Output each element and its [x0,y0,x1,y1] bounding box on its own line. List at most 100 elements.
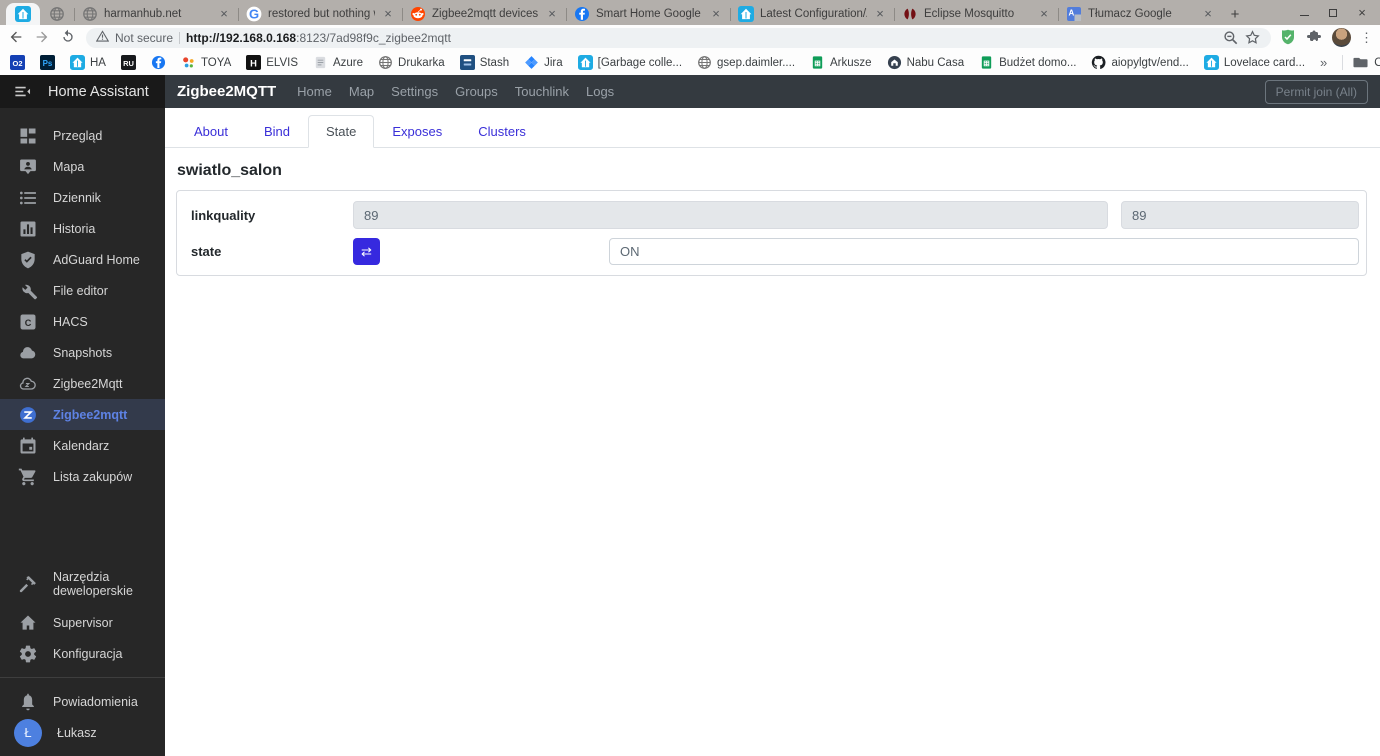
tab-harmanhub[interactable]: harmanhub.net × [75,3,238,25]
bookmark-gsep[interactable]: gsep.daimler.... [697,55,795,70]
sidebar-item-przeglad[interactable]: Przegląd [0,120,165,151]
sidebar-item-konfiguracja[interactable]: Konfiguracja [0,638,165,669]
close-tab-icon[interactable]: × [381,7,395,21]
bookmark-star-icon[interactable] [1245,29,1261,46]
address-bar[interactable]: Not secure http://192.168.0.168:8123/7ad… [86,27,1271,48]
hacs-icon: C [18,312,38,332]
bookmark-azure[interactable]: Azure [313,55,363,70]
nav-touchlink[interactable]: Touchlink [515,84,569,99]
close-tab-icon[interactable]: × [545,7,559,21]
permit-join-button[interactable]: Permit join (All) [1264,79,1368,104]
sidebar-divider [0,677,165,678]
reddit-favicon [410,6,426,22]
tab-state[interactable]: State [308,115,375,148]
tab-eclipse-mosquitto[interactable]: Eclipse Mosquitto × [895,3,1058,25]
bookmark-o2[interactable]: O2 [10,55,25,70]
sidebar-item-historia[interactable]: Historia [0,213,165,244]
tab-title: Smart Home Google Hom [596,8,703,20]
tab-tlumacz-google[interactable]: A Tłumacz Google × [1059,3,1222,25]
tab-clusters[interactable]: Clusters [460,115,544,148]
extensions-puzzle-icon[interactable] [1306,29,1323,46]
home-assistant-icon [1203,55,1219,70]
bookmark-ru[interactable]: RU [120,55,136,70]
bookmark-drukarka[interactable]: Drukarka [378,55,445,70]
nav-groups[interactable]: Groups [455,84,498,99]
tab-exposes[interactable]: Exposes [374,115,460,148]
zoom-out-icon[interactable] [1223,30,1239,46]
adguard-extension-icon[interactable] [1280,29,1297,46]
bookmarks-overflow-chevron[interactable]: » [1320,55,1327,70]
bookmark-label: gsep.daimler.... [717,56,796,69]
bookmark-facebook[interactable] [151,55,166,70]
tab-zigbee-devices[interactable]: Zigbee2mqtt devices wor × [403,3,566,25]
user-name: Łukasz [57,725,97,740]
sidebar-item-label: Powiadomienia [53,694,138,709]
not-secure-warning-icon[interactable] [95,30,110,45]
close-tab-icon[interactable]: × [217,7,231,21]
svg-text:RU: RU [123,59,134,68]
stash-icon [459,55,475,70]
bookmark-ha[interactable]: HA [70,55,106,70]
browser-menu-icon[interactable]: ⋮ [1360,30,1373,46]
bookmark-label: Lovelace card... [1223,56,1306,69]
bookmark-aiopylgtv[interactable]: aiopylgtv/end... [1091,55,1189,70]
sidebar-item-snapshots[interactable]: Snapshots [0,337,165,368]
nav-map[interactable]: Map [349,84,374,99]
profile-avatar[interactable] [1332,28,1351,47]
bookmark-nabu-casa[interactable]: Nabu Casa [887,55,964,70]
sidebar-item-dziennik[interactable]: Dziennik [0,182,165,213]
nav-home[interactable]: Home [297,84,332,99]
other-bookmarks-button[interactable]: Other bookmarks [1342,55,1380,70]
tab-restored[interactable]: G restored but nothing wor × [239,3,402,25]
sidebar-item-dev-tools[interactable]: Narzędzia deweloperskie [0,561,165,607]
close-tab-icon[interactable]: × [873,7,887,21]
reload-icon[interactable] [60,29,77,46]
bookmark-elvis[interactable]: H ELVIS [246,55,298,70]
minimize-button[interactable] [1294,3,1314,23]
close-tab-icon[interactable]: × [1037,7,1051,21]
close-window-button[interactable]: × [1352,3,1372,23]
menu-icon[interactable] [13,82,32,101]
tab-bind[interactable]: Bind [246,115,308,148]
bookmark-jira[interactable]: Jira [524,55,563,70]
linkquality-label: linkquality [191,207,256,223]
tab-about[interactable]: About [176,115,246,148]
globe-favicon [49,6,65,22]
restore-button[interactable] [1323,3,1343,23]
sidebar-item-powiadomienia[interactable]: Powiadomienia [0,686,165,717]
nav-settings[interactable]: Settings [391,84,438,99]
bookmark-arkusze[interactable]: Arkusze [810,55,872,70]
tab-pinned[interactable] [40,3,74,25]
sidebar-item-supervisor[interactable]: Supervisor [0,607,165,638]
nabu-casa-icon [887,55,902,70]
sidebar-item-zigbee2mqtt[interactable]: Zigbee2mqtt [0,399,165,430]
bookmark-garbage[interactable]: [Garbage colle... [577,55,682,70]
security-label[interactable]: Not secure [115,31,173,45]
tab-smart-home[interactable]: Smart Home Google Hom × [567,3,730,25]
bookmark-budzet[interactable]: Budżet domo... [979,55,1076,70]
close-tab-icon[interactable]: × [1201,7,1215,21]
device-state-content: swiatlo_salon linkquality state ⇄ [165,148,1380,276]
sidebar-item-mapa[interactable]: Mapa [0,151,165,182]
nav-logs[interactable]: Logs [586,84,614,99]
state-value-input[interactable] [609,238,1359,265]
bookmark-photoshop[interactable]: Ps [40,55,55,70]
close-tab-icon[interactable]: × [709,7,723,21]
bookmark-toya[interactable]: TOYA [181,55,231,70]
sidebar-item-zigbee2mqtt-cloud[interactable]: Zigbee2Mqtt [0,368,165,399]
new-tab-button[interactable]: + [1222,3,1248,25]
sidebar-item-kalendarz[interactable]: Kalendarz [0,430,165,461]
sidebar-item-lista-zakupow[interactable]: Lista zakupów [0,461,165,492]
back-icon[interactable] [8,29,25,46]
toggle-state-button[interactable]: ⇄ [353,238,380,265]
forward-icon[interactable] [34,29,51,46]
url-text[interactable]: http://192.168.0.168:8123/7ad98f9c_zigbe… [186,31,1217,45]
bookmark-lovelace[interactable]: Lovelace card... [1203,55,1306,70]
tab-pinned-active[interactable] [6,3,40,25]
sidebar-item-adguard[interactable]: AdGuard Home [0,244,165,275]
tab-latest-configuration[interactable]: Latest Configuration/Zig × [731,3,894,25]
bookmark-stash[interactable]: Stash [459,55,509,70]
sidebar-item-hacs[interactable]: C HACS [0,306,165,337]
sidebar-item-file-editor[interactable]: File editor [0,275,165,306]
sidebar-item-user[interactable]: Ł Łukasz [0,717,165,748]
